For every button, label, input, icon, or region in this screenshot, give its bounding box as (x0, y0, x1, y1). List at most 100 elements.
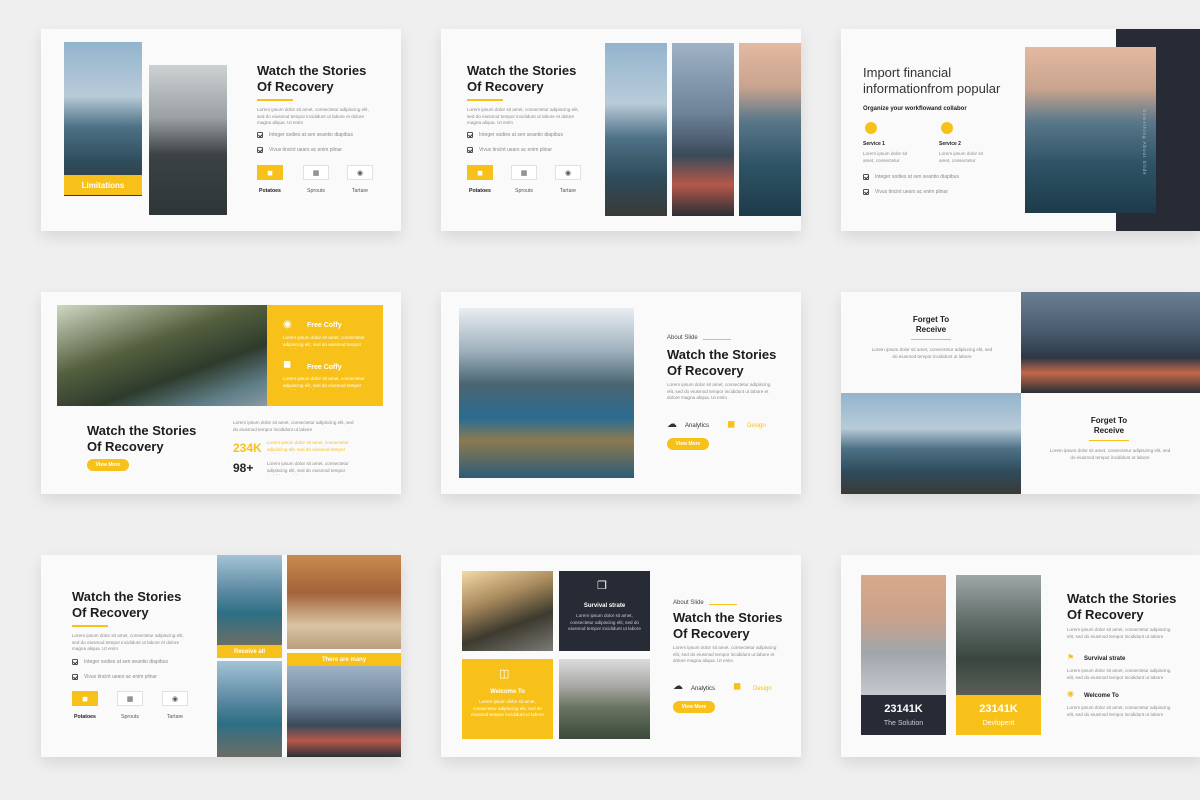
folder-icon: ◫ (499, 668, 510, 680)
slide-2[interactable]: Watch the Stories Of Recovery Lorem ipsu… (441, 29, 801, 231)
analytics-label: Analytics (685, 423, 710, 429)
checkbox-icon (72, 659, 78, 665)
receive-all-bar: Receive all (217, 645, 282, 658)
tab-label: Sprouts (121, 714, 139, 720)
section-2-title: Forget To Receive (1090, 416, 1128, 435)
slide-7[interactable]: Watch the Stories Of Recovery Lorem ipsu… (41, 555, 401, 757)
checkbox-icon (863, 174, 869, 180)
service-2-icon (941, 122, 953, 134)
tab-label: Tartare (166, 714, 184, 720)
valley-photo (559, 659, 650, 739)
title-underline (1089, 440, 1129, 441)
checkbox-icon (257, 147, 263, 153)
checklist-item: Integer sodies at sen seantio diapibus (863, 174, 959, 180)
tag-icon: ⚑ (1067, 653, 1075, 662)
body-text: Lorem ipsum dolor sit amet, consectetur … (233, 420, 354, 432)
sea-photo (841, 393, 1021, 494)
hiker-photo (57, 305, 267, 406)
calendar-icon: ▦ (312, 169, 320, 177)
cloud-icon: ☁ (673, 681, 683, 692)
stat-2: 98+ (233, 461, 254, 475)
checklist-item: Integer sodies at sen seantio diapibus (257, 132, 353, 138)
stat-1-label: The Solution (883, 720, 924, 727)
street-photo (287, 555, 401, 649)
slide-title: Watch the Stories Of Recovery (467, 63, 577, 94)
feature-1-title: Free Coffy (307, 322, 342, 329)
tab-label: Sprouts (307, 188, 325, 194)
tab-potatoes[interactable]: ◼ (467, 165, 493, 180)
slide-4[interactable]: ◉ Free Coffy Lorem ipsum dolor sit amet,… (41, 292, 401, 494)
checkbox-icon (863, 189, 869, 195)
section-2-text: Lorem ipsum dolor sit amet, consectetur … (1049, 448, 1171, 460)
limitations-caption-bar: Limitations (64, 175, 142, 195)
city-photo (672, 43, 734, 216)
there-are-many-bar: There are many (287, 653, 401, 666)
view-more-button[interactable]: View More (673, 701, 715, 713)
service-1-label: Service 1 (863, 141, 885, 147)
slide-5[interactable]: About Slide Watch the Stories Of Recover… (441, 292, 801, 494)
road-photo (462, 571, 553, 651)
sea-photo (64, 42, 142, 196)
body-text: Lorem ipsum dolor sit amet, consectetur … (467, 107, 579, 126)
subtitle: Organize your workflowand collabor (863, 106, 967, 112)
tab-tartare[interactable]: ◉ (162, 691, 188, 706)
receive-all-caption: Receive all (233, 648, 266, 655)
slide-1[interactable]: Limitations Watch the Stories Of Recover… (41, 29, 401, 231)
slide-title: Watch the Stories Of Recovery (673, 610, 783, 641)
camera-icon: ◉ (564, 169, 572, 177)
checklist-item: Integer sodies at sen seantio diapibus (467, 132, 563, 138)
body-text: Lorem ipsum dolor sit amet, consectetur … (673, 645, 777, 664)
item-2-text: Lorem ipsum dolor sit amet, consectetur … (1067, 705, 1171, 717)
tab-sprouts[interactable]: ▦ (303, 165, 329, 180)
stat-2-label: Devlopent (982, 720, 1015, 727)
coast-photo (217, 555, 282, 645)
slide-8[interactable]: ❐ Survival strate Lorem ipsum dolor sit … (441, 555, 801, 757)
item-2-title: Welcome To (1084, 693, 1119, 699)
service-2-text: Lorem ipsum dolor sit amet, consectetur … (939, 151, 983, 163)
feature-2-text: Lorem ipsum dolor sit amet, consectetur … (283, 376, 365, 390)
slide-6[interactable]: Forget To Receive Lorem ipsum dolor sit … (841, 292, 1200, 494)
survival-box-text: Lorem ipsum dolor sit amet, consectetur … (568, 613, 641, 632)
slide-title: Watch the Stories Of Recovery (72, 589, 182, 620)
kicker-underline (703, 339, 731, 340)
view-more-button[interactable]: View More (667, 438, 709, 450)
survival-box-title: Survival strate (583, 603, 626, 609)
camera-icon: ◉ (1067, 689, 1074, 698)
tab-potatoes[interactable]: ◼ (257, 165, 283, 180)
feature-1-text: Lorem ipsum dolor sit amet, consectetur … (283, 335, 365, 349)
view-more-button[interactable]: View More (87, 459, 129, 471)
calendar-icon: ▦ (520, 169, 528, 177)
tab-sprouts[interactable]: ▦ (511, 165, 537, 180)
city-photo (1021, 292, 1200, 393)
stat-2-box (956, 695, 1041, 735)
tab-sprouts[interactable]: ▦ (117, 691, 143, 706)
taxi-icon: ◼ (477, 169, 483, 177)
item-1-text: Lorem ipsum dolor sit amet, consectetur … (1067, 668, 1171, 680)
calendar-icon: ▦ (126, 695, 134, 703)
section-1-text: Lorem ipsum dolor sit amet, consectetur … (871, 347, 993, 359)
slide-9[interactable]: 23141K The Solution 23141K Devlopent Wat… (841, 555, 1200, 757)
feature-2-title: Free Coffy (307, 364, 342, 371)
slide-3[interactable]: Import financial informationfrom popular… (841, 29, 1200, 231)
tab-potatoes[interactable]: ◼ (72, 691, 98, 706)
waves-photo (1025, 47, 1156, 213)
tab-label: Tartare (559, 188, 577, 194)
checklist-item: Vivus tincint uears ac enim plinar (467, 147, 552, 153)
design-label: Design (747, 423, 766, 429)
taxi-icon: ◼ (733, 681, 742, 692)
tab-tartare[interactable]: ◉ (555, 165, 581, 180)
item-1-title: Survival strate (1084, 656, 1126, 662)
camera-icon: ◉ (356, 169, 364, 177)
title-underline (72, 625, 108, 627)
copy-icon: ❐ (597, 580, 607, 592)
sea-photo (605, 43, 667, 216)
slide-title: Import financial informationfrom popular (863, 65, 1001, 96)
stat-1-box (861, 695, 946, 735)
stat-2-value: 23141K (979, 703, 1018, 715)
taxi-icon: ◼ (267, 169, 273, 177)
body-text: Lorem ipsum dolor sit amet, consectetur … (257, 107, 369, 126)
tab-tartare[interactable]: ◉ (347, 165, 373, 180)
service-2-label: Service 2 (939, 141, 961, 147)
stat-1: 234K (233, 441, 262, 455)
checkbox-icon (467, 132, 473, 138)
